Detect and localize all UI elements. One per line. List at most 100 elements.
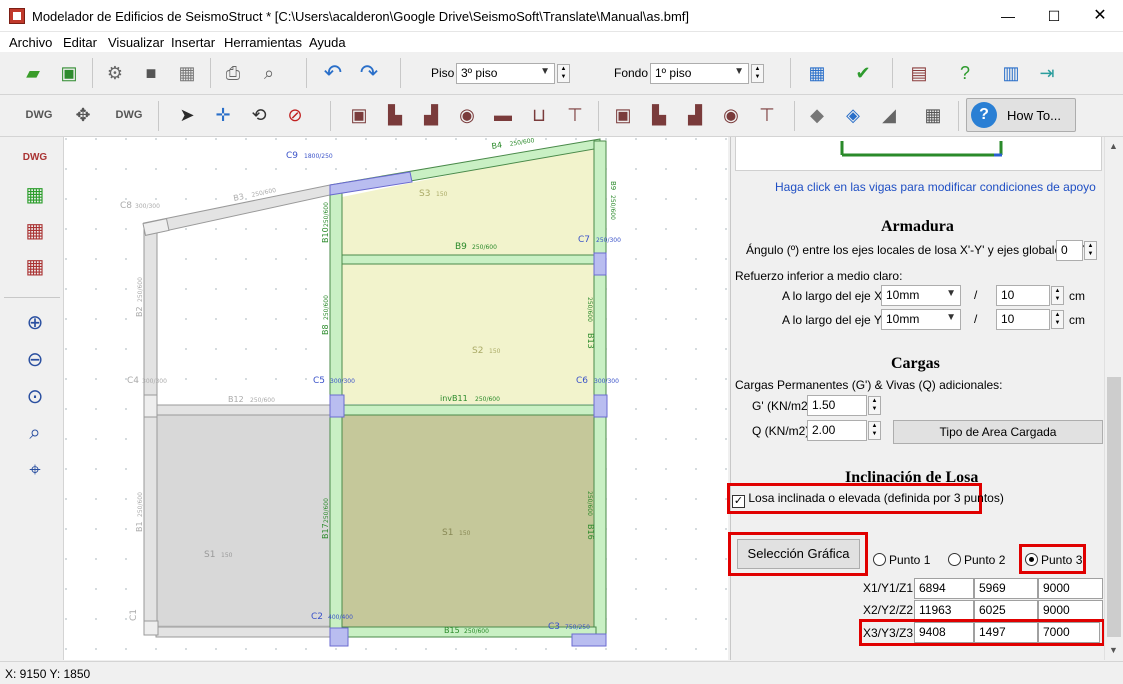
building-export-icon[interactable]: ▥ <box>996 58 1026 88</box>
y-bar-select[interactable]: 10mm ▼ <box>881 309 961 330</box>
cube-icon[interactable]: ■ <box>136 58 166 88</box>
settings-gear-icon[interactable]: ⚙ <box>100 58 130 88</box>
wall-icon[interactable]: ▬ <box>488 100 518 130</box>
building-3d-icon[interactable]: ▤ <box>904 58 934 88</box>
x-spacing-input[interactable]: 10 <box>996 285 1050 306</box>
dwg-layer-icon[interactable]: DWG <box>20 142 50 172</box>
tipo-area-button[interactable]: Tipo de Area Cargada <box>893 420 1103 444</box>
grid-view-icon[interactable]: ▦ <box>802 58 832 88</box>
menu-herramientas[interactable]: Herramientas <box>224 35 302 50</box>
color-grid-icon[interactable]: ▦ <box>20 179 50 209</box>
menu-ayuda[interactable]: Ayuda <box>309 35 346 50</box>
cargas-heading: Cargas <box>891 355 940 372</box>
zoom-fit-icon[interactable]: ⊙ <box>20 381 50 411</box>
scroll-thumb[interactable] <box>1107 377 1121 637</box>
grid-settings-icon[interactable]: ▦ <box>172 58 202 88</box>
y3-cell[interactable]: 1497 <box>974 622 1038 643</box>
redo-icon[interactable]: ↷ <box>354 58 384 88</box>
menu-visualizar[interactable]: Visualizar <box>108 35 164 50</box>
l-beam-icon[interactable]: ▙ <box>644 100 674 130</box>
q-input[interactable]: 2.00 <box>807 420 867 441</box>
menu-editar[interactable]: Editar <box>63 35 97 50</box>
slab-icon[interactable]: ◆ <box>802 100 832 130</box>
node-grid-icon[interactable]: ✥ <box>68 100 98 130</box>
y-spacing-spinner[interactable]: ▲ ▼ <box>1051 310 1064 329</box>
q-spinner[interactable]: ▲ ▼ <box>868 421 881 440</box>
undo-icon[interactable]: ↶ <box>318 58 348 88</box>
zoom-out-icon[interactable]: ⊖ <box>20 344 50 374</box>
y1-cell[interactable]: 5969 <box>974 578 1038 599</box>
delete-icon[interactable]: ⊘ <box>280 100 310 130</box>
z3-cell[interactable]: 7000 <box>1038 622 1100 643</box>
t-beam-icon[interactable]: ⊤ <box>560 100 590 130</box>
chevron-down-icon: ▼ <box>946 288 956 299</box>
menu-archivo[interactable]: Archivo <box>9 35 52 50</box>
menu-insertar[interactable]: Insertar <box>171 35 215 50</box>
maximize-button[interactable]: ☐ <box>1031 0 1077 32</box>
z2-cell[interactable]: 9000 <box>1038 600 1103 621</box>
t-wall-icon[interactable]: ⊤ <box>752 100 782 130</box>
angle-input[interactable]: 0 <box>1056 240 1083 261</box>
rect-column-icon[interactable]: ▣ <box>344 100 374 130</box>
x1-cell[interactable]: 6894 <box>914 578 974 599</box>
dwg-import-icon[interactable]: DWG <box>24 100 54 130</box>
snap-grid-icon[interactable]: ▦ <box>20 251 50 281</box>
y-spacing-input[interactable]: 10 <box>996 309 1050 330</box>
seleccion-grafica-button[interactable]: Selección Gráfica <box>737 539 860 569</box>
exit-icon[interactable]: ⇥ <box>1032 58 1062 88</box>
floor-plan[interactable]: C9 1800/250 B4 250/600 B3 250/600 C8 300… <box>64 137 728 660</box>
punto3-radio[interactable]: Punto 3 <box>1025 553 1082 567</box>
g-input[interactable]: 1.50 <box>807 395 867 416</box>
scroll-up-icon[interactable]: ▲ <box>1109 141 1118 151</box>
support-preview[interactable] <box>735 137 1102 171</box>
x3-cell[interactable]: 9408 <box>914 622 974 643</box>
angle-spinner[interactable]: ▲ ▼ <box>1084 241 1097 260</box>
x-spacing-spinner[interactable]: ▲ ▼ <box>1051 286 1064 305</box>
t-column-icon[interactable]: ▟ <box>416 100 446 130</box>
g-spinner[interactable]: ▲ ▼ <box>868 396 881 415</box>
label-s2-val: 150 <box>489 348 501 355</box>
x2-cell[interactable]: 11963 <box>914 600 974 621</box>
t-section-icon[interactable]: ▟ <box>680 100 710 130</box>
support-hint: Haga click en las vigas para modificar c… <box>775 180 1096 194</box>
dwg-view-icon[interactable]: DWG <box>114 100 144 130</box>
scroll-down-icon[interactable]: ▼ <box>1109 645 1118 655</box>
print-icon[interactable]: ⎙ <box>218 58 248 88</box>
save-icon[interactable]: ▣ <box>54 58 84 88</box>
select-arrow-icon[interactable]: ➤ <box>172 100 202 130</box>
circular-section-icon[interactable]: ◉ <box>716 100 746 130</box>
magnet-grid-icon[interactable]: ▦ <box>20 215 50 245</box>
check-icon[interactable]: ✔ <box>848 58 878 88</box>
fondo-spinner[interactable]: ▲ ▼ <box>751 64 764 83</box>
load-slab-icon[interactable]: ◈ <box>838 100 868 130</box>
howto-button[interactable]: ? How To... <box>966 98 1076 132</box>
rotate-icon[interactable]: ⟲ <box>244 100 274 130</box>
zoom-window-icon[interactable]: ⌕ <box>20 418 50 448</box>
punto1-radio[interactable]: Punto 1 <box>873 553 930 567</box>
move-icon[interactable]: ✛ <box>208 100 238 130</box>
piso-select[interactable]: 3º piso ▼ <box>456 63 555 84</box>
circular-column-icon[interactable]: ◉ <box>452 100 482 130</box>
stair-icon[interactable]: ◢ <box>874 100 904 130</box>
rect-beam-icon[interactable]: ▣ <box>608 100 638 130</box>
print-preview-icon[interactable]: ⌕ <box>254 58 284 88</box>
x-bar-select[interactable]: 10mm ▼ <box>881 285 961 306</box>
zoom-pan-icon[interactable]: ⌖ <box>20 455 50 485</box>
close-button[interactable]: ✕ <box>1077 0 1123 32</box>
losa-inclinada-checkbox[interactable]: ✓ Losa inclinada o elevada (definida por… <box>732 491 1004 508</box>
zoom-in-icon[interactable]: ⊕ <box>20 307 50 337</box>
u-core-icon[interactable]: ⊔ <box>524 100 554 130</box>
plan-canvas[interactable]: C9 1800/250 B4 250/600 B3 250/600 C8 300… <box>64 137 728 660</box>
piso-spinner[interactable]: ▲ ▼ <box>557 64 570 83</box>
minimize-button[interactable]: — <box>985 0 1031 32</box>
building-frame-icon[interactable]: ▦ <box>918 100 948 130</box>
help-icon[interactable]: ? <box>950 58 980 88</box>
fondo-select[interactable]: 1º piso ▼ <box>650 63 749 84</box>
punto2-radio[interactable]: Punto 2 <box>948 553 1005 567</box>
open-folder-icon[interactable]: ▰ <box>18 58 48 88</box>
y2-cell[interactable]: 6025 <box>974 600 1038 621</box>
label-b4: B4 <box>491 140 503 151</box>
z1-cell[interactable]: 9000 <box>1038 578 1103 599</box>
panel-scrollbar[interactable]: ▲ ▼ <box>1104 137 1123 660</box>
l-column-icon[interactable]: ▙ <box>380 100 410 130</box>
